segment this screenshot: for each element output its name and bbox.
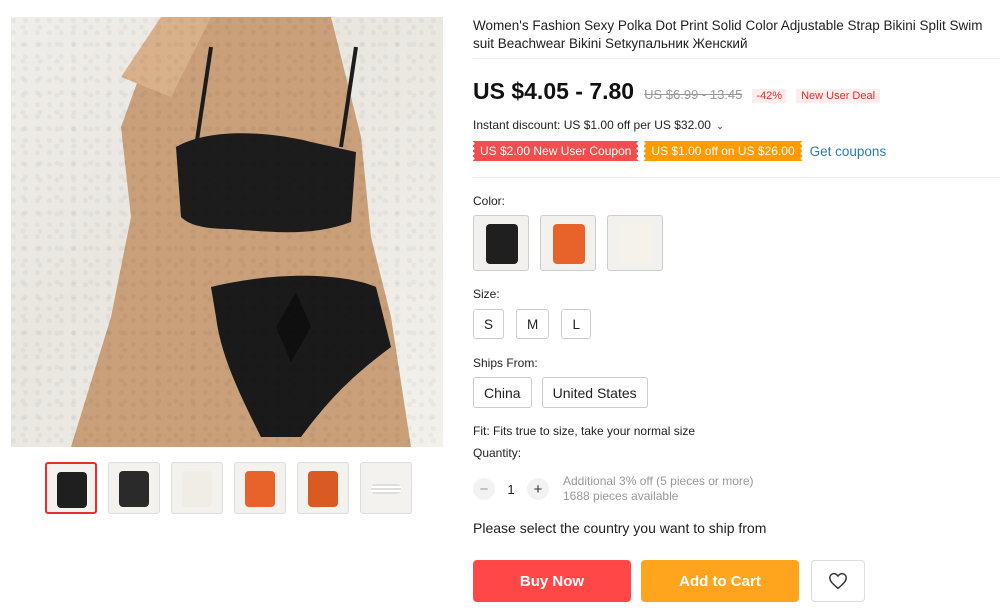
quantity-label: Quantity:	[473, 446, 522, 460]
color-option-black[interactable]	[473, 215, 529, 271]
buy-now-button[interactable]: Buy Now	[473, 560, 631, 602]
color-option-white-print[interactable]	[607, 215, 663, 271]
original-price: US $6.99 - 13.45	[644, 87, 743, 102]
color-swatch-image	[553, 224, 585, 264]
new-user-coupon[interactable]: US $2.00 New User Coupon	[470, 141, 641, 161]
ships-from-label: Ships From:	[473, 356, 538, 370]
color-label: Color:	[473, 194, 506, 208]
gallery-thumbnail[interactable]	[45, 462, 97, 514]
price-row: US $4.05 - 7.80 US $6.99 - 13.45 -42% Ne…	[473, 78, 881, 105]
thumbnail-image	[245, 471, 275, 507]
gallery-thumbnail[interactable]	[234, 462, 286, 514]
gallery-thumbnail[interactable]	[360, 462, 412, 514]
wall-texture	[11, 17, 443, 447]
size-option-s[interactable]: S	[473, 309, 505, 339]
thumbnail-image	[371, 484, 401, 494]
price: US $4.05 - 7.80	[473, 78, 635, 104]
quantity-info: Additional 3% off (5 pieces or more) 168…	[563, 474, 754, 504]
size-label: Size:	[473, 287, 500, 301]
decrease-quantity-button[interactable]: −	[473, 478, 495, 500]
color-options	[473, 215, 663, 271]
instant-discount-text: Instant discount: US $1.00 off per US $3…	[473, 118, 711, 132]
product-main-image[interactable]	[11, 17, 443, 447]
ships-from-china[interactable]: China	[473, 377, 532, 408]
chevron-down-icon: ⌄	[716, 121, 724, 131]
product-title: Women's Fashion Sexy Polka Dot Print Sol…	[473, 18, 983, 51]
stock-available: 1688 pieces available	[563, 489, 679, 503]
thumbnail-image	[308, 471, 338, 507]
heart-icon	[829, 572, 847, 590]
increase-quantity-button[interactable]: +	[527, 478, 549, 500]
coupon-row: US $2.00 New User Coupon US $1.00 off on…	[470, 141, 887, 161]
bulk-discount-note: Additional 3% off (5 pieces or more)	[563, 474, 754, 488]
ship-country-message: Please select the country you want to sh…	[473, 520, 767, 536]
gallery-thumbnail[interactable]	[108, 462, 160, 514]
color-option-orange[interactable]	[540, 215, 596, 271]
ships-from-options: China United States	[473, 377, 648, 408]
gallery-thumbnail[interactable]	[171, 462, 223, 514]
thumbnail-image	[182, 471, 212, 507]
size-option-l[interactable]: L	[561, 309, 592, 339]
instant-discount[interactable]: Instant discount: US $1.00 off per US $3…	[473, 118, 724, 132]
thumbnail-image	[57, 472, 87, 508]
get-coupons-link[interactable]: Get coupons	[810, 144, 887, 159]
ships-from-united-states[interactable]: United States	[541, 377, 648, 408]
discount-badge: -42%	[752, 89, 787, 103]
wishlist-button[interactable]	[811, 560, 865, 602]
store-coupon[interactable]: US $1.00 off on US $26.00	[642, 141, 804, 161]
add-to-cart-button[interactable]: Add to Cart	[641, 560, 799, 602]
thumbnail-image	[119, 471, 149, 507]
gallery-thumbnail[interactable]	[297, 462, 349, 514]
fit-note: Fit: Fits true to size, take your normal…	[473, 424, 696, 438]
divider	[473, 58, 1000, 59]
divider	[473, 177, 1000, 178]
color-swatch-image	[620, 224, 652, 264]
color-swatch-image	[486, 224, 518, 264]
quantity-stepper: − 1 + Additional 3% off (5 pieces or mor…	[473, 474, 754, 504]
purchase-actions: Buy Now Add to Cart	[473, 560, 865, 602]
thumbnail-strip	[45, 462, 412, 514]
new-user-deal-badge: New User Deal	[796, 89, 881, 103]
quantity-value[interactable]: 1	[495, 482, 527, 497]
size-options: SML	[473, 309, 592, 339]
size-option-m[interactable]: M	[516, 309, 550, 339]
